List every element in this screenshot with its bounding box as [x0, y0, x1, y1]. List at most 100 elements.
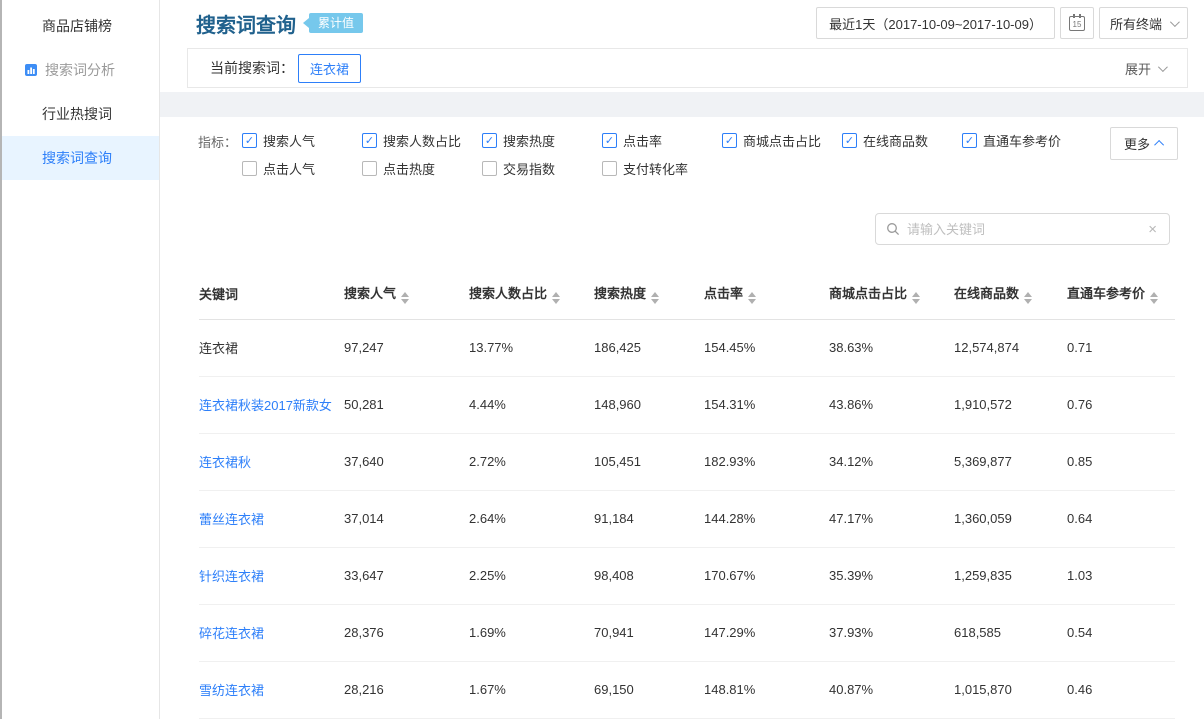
indicator-label: 商城点击占比 — [743, 131, 821, 150]
checkbox-unchecked-icon[interactable] — [362, 161, 377, 176]
checkbox-checked-icon[interactable] — [602, 133, 617, 148]
column-header[interactable]: 直通车参考价 — [1067, 271, 1175, 320]
value-cell: 37.93% — [829, 605, 954, 662]
indicator-option[interactable]: 搜索人数占比 — [362, 129, 482, 151]
sort-icon[interactable] — [912, 292, 920, 304]
column-header[interactable]: 商城点击占比 — [829, 271, 954, 320]
sort-icon[interactable] — [1024, 292, 1032, 304]
value-cell: 148.81% — [704, 662, 829, 719]
indicator-option[interactable]: 直通车参考价 — [962, 129, 1082, 151]
keyword-link[interactable]: 碎花连衣裙 — [199, 626, 264, 641]
value-cell: 1,360,059 — [954, 491, 1067, 548]
column-header[interactable]: 点击率 — [704, 271, 829, 320]
value-cell: 5,369,877 — [954, 434, 1067, 491]
value-cell: 147.29% — [704, 605, 829, 662]
value-cell: 91,184 — [594, 491, 704, 548]
keyword-link[interactable]: 针织连衣裙 — [199, 569, 264, 584]
indicator-option[interactable]: 搜索人气 — [242, 129, 362, 151]
value-cell: 618,585 — [954, 605, 1067, 662]
table-row: 蕾丝连衣裙37,0142.64%91,184144.28%47.17%1,360… — [199, 491, 1175, 548]
indicator-label: 搜索人数占比 — [383, 131, 461, 150]
more-button[interactable]: 更多 — [1110, 127, 1178, 160]
sort-icon[interactable] — [1150, 292, 1158, 304]
table-body: 连衣裙97,24713.77%186,425154.45%38.63%12,57… — [199, 320, 1175, 719]
checkbox-checked-icon[interactable] — [722, 133, 737, 148]
column-label: 搜索人气 — [344, 286, 396, 301]
checkbox-unchecked-icon[interactable] — [602, 161, 617, 176]
value-cell: 28,376 — [344, 605, 469, 662]
sidebar-item-industry-hot-words[interactable]: 行业热搜词 — [2, 92, 159, 136]
date-range-picker[interactable]: 最近1天（2017-10-09~2017-10-09） — [816, 7, 1055, 39]
page-title: 搜索词查询 — [196, 9, 296, 38]
keyword-search-box[interactable]: × — [875, 213, 1170, 245]
checkbox-unchecked-icon[interactable] — [482, 161, 497, 176]
calendar-button[interactable]: 15 — [1060, 7, 1094, 39]
column-label: 搜索热度 — [594, 286, 646, 301]
indicator-option[interactable]: 点击热度 — [362, 157, 482, 179]
value-cell: 0.64 — [1067, 491, 1175, 548]
value-cell: 154.31% — [704, 377, 829, 434]
value-cell: 148,960 — [594, 377, 704, 434]
section-divider — [160, 92, 1204, 117]
date-range-label: 最近1天（2017-10-09~2017-10-09） — [829, 14, 1042, 33]
clear-icon[interactable]: × — [1146, 221, 1159, 238]
keyword-search-input[interactable] — [907, 222, 1146, 237]
sidebar-item-search-term-analysis[interactable]: 搜索词分析 — [2, 48, 159, 92]
app-root: 商品店铺榜搜索词分析行业热搜词搜索词查询 搜索词查询 累计值 最近1天（2017… — [0, 0, 1204, 719]
checkbox-checked-icon[interactable] — [482, 133, 497, 148]
checkbox-checked-icon[interactable] — [242, 133, 257, 148]
indicator-option[interactable]: 点击人气 — [242, 157, 362, 179]
value-cell: 1,259,835 — [954, 548, 1067, 605]
value-cell: 1.03 — [1067, 548, 1175, 605]
indicator-option[interactable]: 商城点击占比 — [722, 129, 842, 151]
indicator-option[interactable]: 在线商品数 — [842, 129, 962, 151]
value-cell: 4.44% — [469, 377, 594, 434]
keyword-link[interactable]: 连衣裙秋 — [199, 455, 251, 470]
sidebar: 商品店铺榜搜索词分析行业热搜词搜索词查询 — [0, 0, 160, 719]
sidebar-item-label: 搜索词分析 — [45, 60, 115, 80]
checkbox-checked-icon[interactable] — [842, 133, 857, 148]
indicator-label: 支付转化率 — [623, 159, 688, 178]
search-icon — [886, 222, 900, 236]
indicator-option[interactable]: 交易指数 — [482, 157, 602, 179]
value-cell: 0.76 — [1067, 377, 1175, 434]
indicator-label: 直通车参考价 — [983, 131, 1061, 150]
sort-icon[interactable] — [651, 292, 659, 304]
expand-toggle[interactable]: 展开 — [1125, 59, 1165, 78]
sort-icon[interactable] — [748, 292, 756, 304]
sidebar-item-search-term-query[interactable]: 搜索词查询 — [2, 136, 159, 180]
value-cell: 47.17% — [829, 491, 954, 548]
table-row: 连衣裙秋37,6402.72%105,451182.93%34.12%5,369… — [199, 434, 1175, 491]
column-header[interactable]: 在线商品数 — [954, 271, 1067, 320]
column-header[interactable]: 搜索人气 — [344, 271, 469, 320]
terminal-label: 所有终端 — [1110, 14, 1162, 33]
current-term-panel: 当前搜索词： 连衣裙 展开 — [187, 48, 1188, 88]
value-cell: 69,150 — [594, 662, 704, 719]
current-term-tag[interactable]: 连衣裙 — [298, 54, 361, 83]
column-header[interactable]: 搜索热度 — [594, 271, 704, 320]
content-panel: 指标： 搜索人气搜索人数占比搜索热度点击率商城点击占比在线商品数直通车参考价 点… — [160, 117, 1204, 719]
checkbox-unchecked-icon[interactable] — [242, 161, 257, 176]
keyword-link[interactable]: 雪纺连衣裙 — [199, 683, 264, 698]
terminal-select[interactable]: 所有终端 — [1099, 7, 1188, 39]
sort-icon[interactable] — [552, 292, 560, 304]
indicator-option[interactable]: 搜索热度 — [482, 129, 602, 151]
keyword-link[interactable]: 连衣裙秋装2017新款女 — [199, 398, 332, 413]
more-label: 更多 — [1124, 134, 1150, 153]
column-header[interactable]: 搜索人数占比 — [469, 271, 594, 320]
value-cell: 43.86% — [829, 377, 954, 434]
value-cell: 186,425 — [594, 320, 704, 377]
keyword-cell: 连衣裙秋装2017新款女 — [199, 377, 344, 434]
keyword-text: 连衣裙 — [199, 341, 238, 356]
sort-icon[interactable] — [401, 292, 409, 304]
checkbox-checked-icon[interactable] — [362, 133, 377, 148]
checkbox-checked-icon[interactable] — [962, 133, 977, 148]
value-cell: 33,647 — [344, 548, 469, 605]
keyword-link[interactable]: 蕾丝连衣裙 — [199, 512, 264, 527]
indicator-option[interactable]: 支付转化率 — [602, 157, 722, 179]
expand-label: 展开 — [1125, 59, 1151, 78]
sidebar-item-product-shop-rank[interactable]: 商品店铺榜 — [2, 4, 159, 48]
value-cell: 38.63% — [829, 320, 954, 377]
indicator-option[interactable]: 点击率 — [602, 129, 722, 151]
value-cell: 154.45% — [704, 320, 829, 377]
